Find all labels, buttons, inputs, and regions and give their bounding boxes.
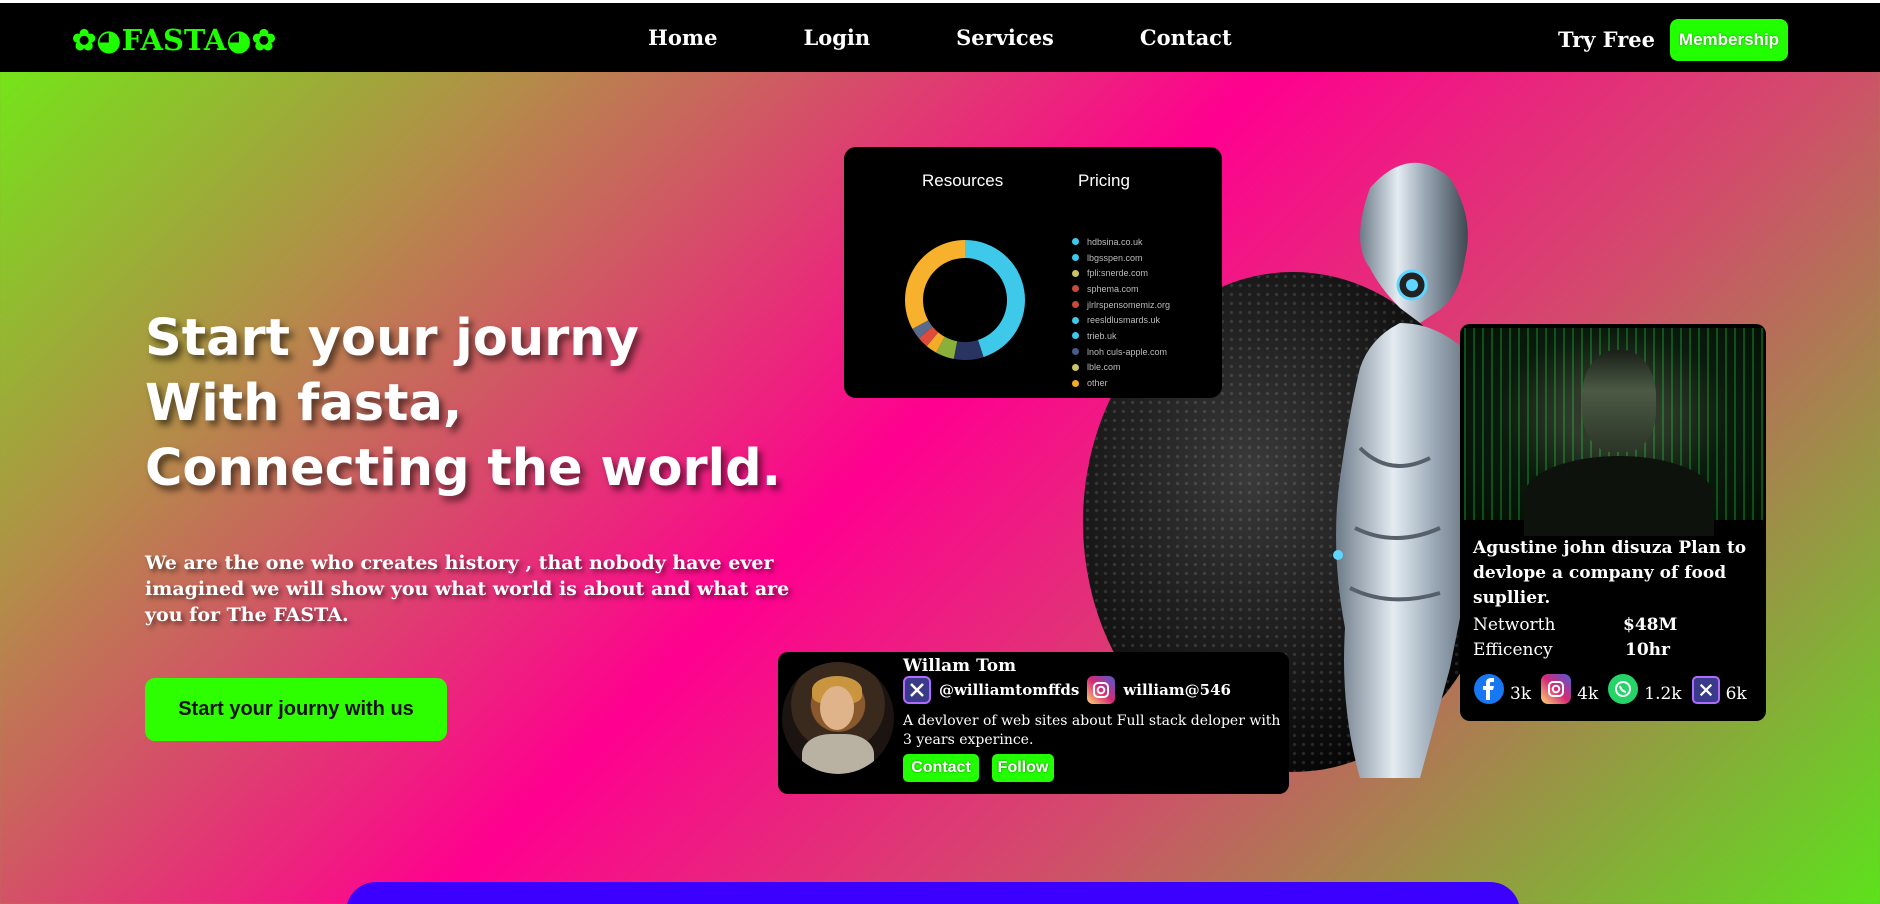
legend-dot (1072, 269, 1079, 277)
instagram-stat[interactable]: 4k (1541, 674, 1598, 704)
legend-item: fpli:snerde.com (1072, 265, 1170, 281)
donut-chart (905, 240, 1025, 360)
whatsapp-count: 1.2k (1644, 684, 1682, 704)
legend-item: lble.com (1072, 360, 1170, 376)
facebook-count: 3k (1510, 684, 1532, 704)
legend-item: hdbsina.co.uk (1072, 234, 1170, 250)
headline-line-2: With fasta, (145, 374, 463, 433)
logo[interactable]: ✿◕FASTA◕✿ (72, 23, 276, 57)
legend-dot (1072, 332, 1079, 340)
nav-services-link[interactable]: Services (956, 25, 1054, 50)
headline-line-3: Connecting the world. (145, 439, 782, 498)
efficency-label: Efficency (1473, 640, 1553, 660)
legend-dot (1072, 379, 1079, 387)
avatar (782, 662, 894, 774)
legend-item: lnoh culs-apple.com (1072, 344, 1170, 360)
agustine-profile-card: Agustine john disuza Plan to devlope a c… (1460, 324, 1766, 721)
agent-photo (1464, 328, 1764, 536)
agent-stats-row: 3k 4k 1.2k 6k (1474, 674, 1757, 704)
instagram-icon[interactable] (1087, 676, 1116, 704)
whatsapp-stat[interactable]: 1.2k (1608, 674, 1682, 704)
legend-item: trieb.uk (1072, 328, 1170, 344)
instagram-icon[interactable] (1541, 674, 1572, 704)
membership-button[interactable]: Membership (1670, 19, 1788, 61)
nav-contact-link[interactable]: Contact (1140, 25, 1232, 50)
nav-home-link[interactable]: Home (648, 25, 717, 50)
follow-button[interactable]: Follow (992, 754, 1054, 782)
legend-label: sphema.com (1087, 283, 1139, 294)
legend-dot (1072, 238, 1079, 246)
networth-value: $48M (1623, 615, 1678, 635)
legend-dot (1072, 363, 1079, 371)
instagram-handle[interactable]: william@546 (1123, 681, 1231, 699)
facebook-stat[interactable]: 3k (1474, 674, 1531, 704)
donut-slice (905, 240, 965, 329)
agent-title: Agustine john disuza Plan to devlope a c… (1473, 538, 1747, 608)
try-free-link[interactable]: Try Free (1558, 27, 1655, 52)
whatsapp-icon[interactable] (1608, 674, 1639, 704)
legend-label: lbgsspen.com (1087, 252, 1143, 263)
legend-dot (1072, 254, 1079, 262)
twitter-stat[interactable]: 6k (1691, 676, 1747, 704)
legend-dot (1072, 301, 1079, 309)
top-nav: ✿◕FASTA◕✿ Home Login Services Contact Tr… (0, 0, 1880, 72)
legend-item: jlrlrspensomemiz.org (1072, 297, 1170, 313)
tab-resources[interactable]: Resources (922, 171, 1003, 191)
twitter-x-icon[interactable] (1691, 676, 1720, 704)
tab-pricing[interactable]: Pricing (1078, 171, 1130, 191)
legend-dot (1072, 316, 1079, 324)
contact-button[interactable]: Contact (903, 754, 979, 782)
nav-links: Home Login Services Contact (648, 25, 1318, 50)
legend-label: reesldlusmards.uk (1087, 315, 1161, 326)
facebook-icon[interactable] (1474, 674, 1504, 704)
start-journey-button[interactable]: Start your journy with us (145, 678, 447, 741)
chart-legend: hdbsina.co.uk lbgsspen.com fpli:snerde.com… (1072, 234, 1170, 391)
headline-line-1: Start your journy (145, 309, 639, 368)
legend-label: lnoh culs-apple.com (1087, 346, 1168, 357)
legend-label: trieb.uk (1087, 330, 1117, 341)
nav-login-link[interactable]: Login (803, 25, 870, 50)
efficency-value: 10hr (1625, 640, 1670, 660)
instagram-count: 4k (1577, 684, 1599, 704)
legend-label: lble.com (1087, 362, 1121, 373)
twitter-count: 6k (1725, 684, 1747, 704)
legend-dot (1072, 285, 1079, 293)
legend-item: other (1072, 375, 1170, 391)
twitter-handle[interactable]: @williamtomffds (939, 681, 1079, 699)
donut-slice (965, 240, 1025, 358)
profile-social-row: @williamtomffds william@546 (903, 676, 1231, 704)
legend-dot (1072, 348, 1079, 356)
legend-item: sphema.com (1072, 281, 1170, 297)
hero-subtext: We are the one who creates history , tha… (145, 552, 790, 626)
willam-profile-card: Willam Tom @williamtomffds william@546 A… (778, 652, 1289, 794)
legend-item: reesldlusmards.uk (1072, 312, 1170, 328)
bottom-section-bar (346, 882, 1520, 904)
legend-item: lbgsspen.com (1072, 250, 1170, 266)
legend-label: other (1087, 378, 1108, 389)
twitter-x-icon[interactable] (903, 676, 931, 704)
legend-label: hdbsina.co.uk (1087, 236, 1143, 247)
legend-label: jlrlrspensomemiz.org (1087, 299, 1171, 310)
pie-chart-card: Resources Pricing hdbsina.co.uk lbgsspen.… (844, 147, 1222, 398)
profile-name: Willam Tom (903, 656, 1017, 676)
networth-label: Networth (1473, 615, 1556, 635)
profile-description: A devlover of web sites about Full stack… (903, 713, 1281, 748)
legend-label: fpli:snerde.com (1087, 268, 1149, 279)
hero-headline: Start your journy With fasta, Connecting… (145, 306, 781, 501)
